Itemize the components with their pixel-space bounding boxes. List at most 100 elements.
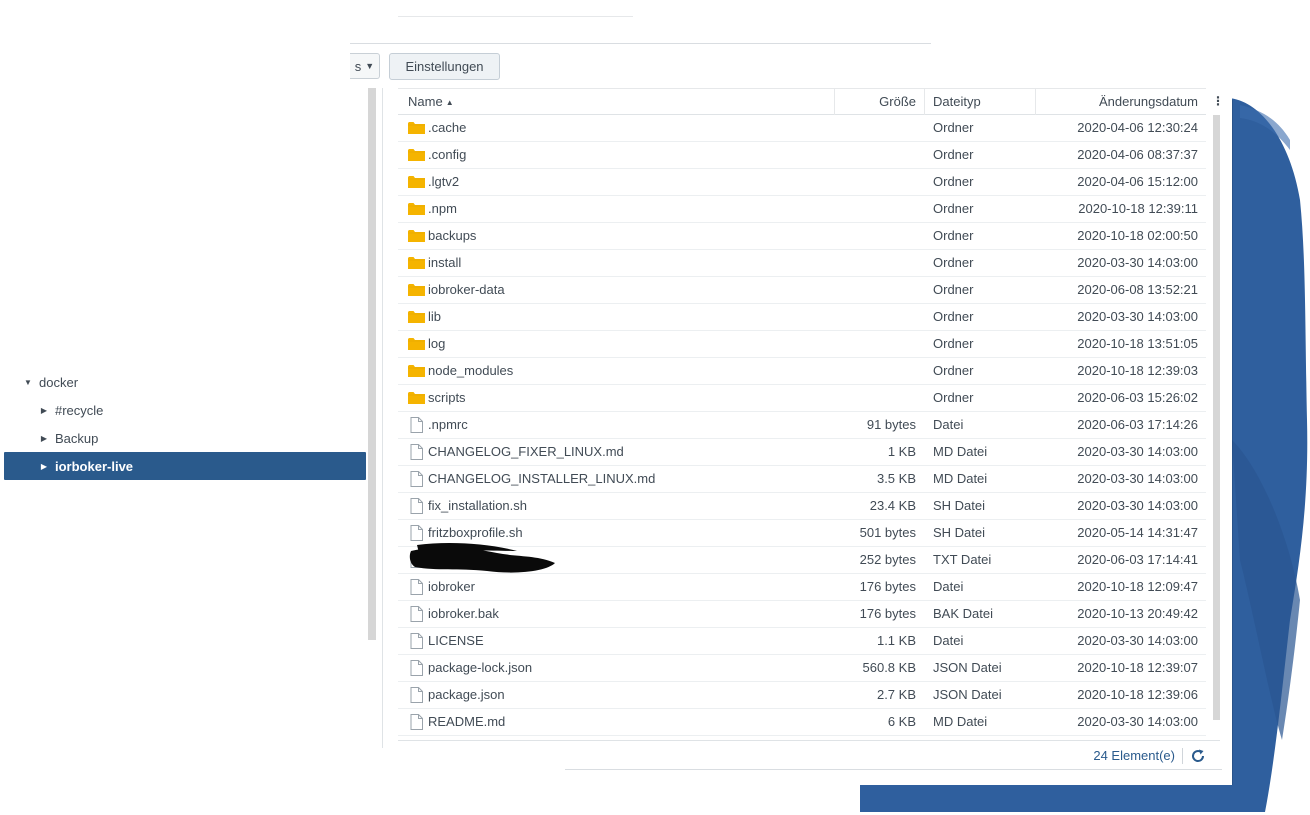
file-type: SH Datei (933, 525, 986, 540)
tree-item-label: iorboker-live (55, 458, 134, 474)
file-row[interactable]: fix_installation.sh 23.4 KB SH Datei 2020-0… (398, 493, 1206, 520)
file-name: LICENSE (428, 633, 484, 648)
tree-item-docker[interactable]: ▼ docker (4, 368, 366, 396)
file-type: Ordner (933, 228, 974, 243)
tree-item-backup[interactable]: ▶ Backup (4, 424, 366, 452)
collapsed-arrow-icon[interactable]: ▶ (39, 434, 49, 443)
file-modified-date: 2020-10-18 12:39:11 (1078, 201, 1198, 216)
file-type: Datei (933, 633, 964, 648)
file-row[interactable]: .config Ordner 2020-04-06 08:37:37 (398, 142, 1206, 169)
file-type: MD Datei (933, 714, 988, 729)
file-modified-date: 2020-10-13 20:49:42 (1077, 606, 1198, 621)
file-icon (408, 444, 425, 460)
file-row[interactable]: install Ordner 2020-03-30 14:03:00 (398, 250, 1206, 277)
file-icon (408, 633, 425, 649)
file-modified-date: 2020-10-18 02:00:50 (1077, 228, 1198, 243)
file-list-footer: 24 Element(e) (398, 740, 1220, 770)
collapsed-arrow-icon[interactable]: ▶ (39, 406, 49, 415)
file-icon (408, 606, 425, 622)
file-row[interactable]: node_modules Ordner 2020-10-18 12:39:03 (398, 358, 1206, 385)
file-row[interactable]: LICENSE 1.1 KB Datei 2020-03-30 14:03:00 (398, 628, 1206, 655)
file-icon (408, 687, 425, 703)
refresh-icon[interactable] (1190, 748, 1206, 764)
file-name: .config (428, 147, 467, 162)
file-row[interactable]: lib Ordner 2020-03-30 14:03:00 (398, 304, 1206, 331)
file-row[interactable]: package-lock.json 560.8 KB JSON Datei 2020-… (398, 655, 1206, 682)
file-modified-date: 2020-04-06 15:12:00 (1077, 174, 1198, 189)
tools-dropdown-button[interactable]: s ▼ (350, 53, 380, 79)
file-size: 1.1 KB (876, 633, 916, 648)
tree-item-label: Backup (55, 430, 99, 446)
item-count: 24 Element(e) (1093, 748, 1175, 763)
folder-icon (408, 148, 425, 162)
tree-item-iorboker-live[interactable]: ▶ iorboker-live (4, 452, 366, 480)
tree-scrollbar[interactable] (368, 88, 376, 640)
tree-item-recycle[interactable]: ▶ #recycle (4, 396, 366, 424)
file-row[interactable]: iobroker-data Ordner 2020-06-08 13:52:21 (398, 277, 1206, 304)
folder-icon (408, 175, 425, 189)
file-row[interactable]: backups Ordner 2020-10-18 02:00:50 (398, 223, 1206, 250)
file-row[interactable]: .npmrc 91 bytes Datei 2020-06-03 17:14:26 (398, 412, 1206, 439)
file-size (834, 358, 916, 384)
collapsed-arrow-icon[interactable]: ▶ (39, 462, 49, 471)
file-list-scrollbar[interactable] (1213, 115, 1220, 720)
pane-divider[interactable] (382, 88, 383, 748)
footer-separator (1182, 748, 1183, 764)
column-menu-icon[interactable]: ⋮ (1206, 88, 1230, 115)
file-modified-date: 2020-06-03 15:26:02 (1077, 390, 1198, 405)
file-size: 6 KB (887, 714, 916, 729)
file-row[interactable]: CHANGELOG_INSTALLER_LINUX.md 3.5 KB MD Dat… (398, 466, 1206, 493)
settings-button[interactable]: Einstellungen (389, 53, 500, 80)
file-row[interactable]: iobroker 176 bytes Datei 2020-10-18 12:09:4… (398, 574, 1206, 601)
column-header-type[interactable]: Dateityp (924, 89, 1035, 115)
folder-icon (408, 202, 425, 216)
file-size: 560.8 KB (862, 660, 917, 675)
tools-dropdown-label: s (354, 58, 362, 74)
file-type: Ordner (933, 309, 974, 324)
file-list: .cache Ordner 2020-04-06 12:30:24 .config Or… (398, 115, 1206, 736)
file-list-panel: Name ▲ Größe Dateityp Änderungsdatum ⋮ .c… (398, 88, 1232, 785)
file-type: MD Datei (933, 444, 988, 459)
file-name: backups (428, 228, 477, 243)
file-size (834, 115, 916, 141)
file-size (834, 385, 916, 411)
file-modified-date: 2020-06-03 17:14:41 (1077, 552, 1198, 567)
file-type: SH Datei (933, 498, 986, 513)
file-size: 2.7 KB (876, 687, 916, 702)
file-name: .npmrc (428, 417, 468, 432)
tree-item-label: #recycle (55, 402, 104, 418)
redaction-scribble (409, 543, 555, 573)
expanded-arrow-icon[interactable]: ▼ (23, 378, 33, 387)
file-row[interactable]: README.md 6 KB MD Datei 2020-03-30 14:03:00 (398, 709, 1206, 736)
column-header-size[interactable]: Größe (834, 89, 924, 115)
file-modified-date: 2020-03-30 14:03:00 (1077, 444, 1198, 459)
file-name: .cache (428, 120, 467, 135)
file-row[interactable]: .cache Ordner 2020-04-06 12:30:24 (398, 115, 1206, 142)
file-size (834, 250, 916, 276)
file-row[interactable]: package.json 2.7 KB JSON Datei 2020-10-18 1… (398, 682, 1206, 709)
file-modified-date: 2020-03-30 14:03:00 (1077, 498, 1198, 513)
file-row[interactable]: CHANGELOG_FIXER_LINUX.md 1 KB MD Datei 2020… (398, 439, 1206, 466)
file-modified-date: 2020-10-18 12:39:03 (1077, 363, 1198, 378)
file-name: README.md (428, 714, 506, 729)
folder-tree: ▼ docker ▶ #recycle ▶ Backup ▶ iorboker-… (4, 368, 366, 480)
file-row[interactable]: log Ordner 2020-10-18 13:51:05 (398, 331, 1206, 358)
file-size: 3.5 KB (876, 471, 916, 486)
file-icon (408, 579, 425, 595)
file-type: Ordner (933, 174, 974, 189)
file-row[interactable]: .lgtv2 Ordner 2020-04-06 15:12:00 (398, 169, 1206, 196)
file-row[interactable]: scripts Ordner 2020-06-03 15:26:02 (398, 385, 1206, 412)
file-type: Ordner (933, 336, 974, 351)
file-type: Ordner (933, 390, 974, 405)
file-row[interactable]: .npm Ordner 2020-10-18 12:39:11 (398, 196, 1206, 223)
file-size: 1 KB (887, 444, 916, 459)
file-size: 176 bytes (859, 579, 916, 594)
file-modified-date: 2020-10-18 13:51:05 (1077, 336, 1198, 351)
column-header-name[interactable]: Name ▲ (408, 89, 834, 115)
file-row[interactable]: iobroker.bak 176 bytes BAK Datei 2020-10-13… (398, 601, 1206, 628)
file-name: node_modules (428, 363, 514, 378)
file-icon (408, 417, 425, 433)
column-header-date[interactable]: Änderungsdatum (1035, 89, 1206, 115)
file-name: iobroker (428, 579, 475, 594)
file-size (834, 142, 916, 168)
